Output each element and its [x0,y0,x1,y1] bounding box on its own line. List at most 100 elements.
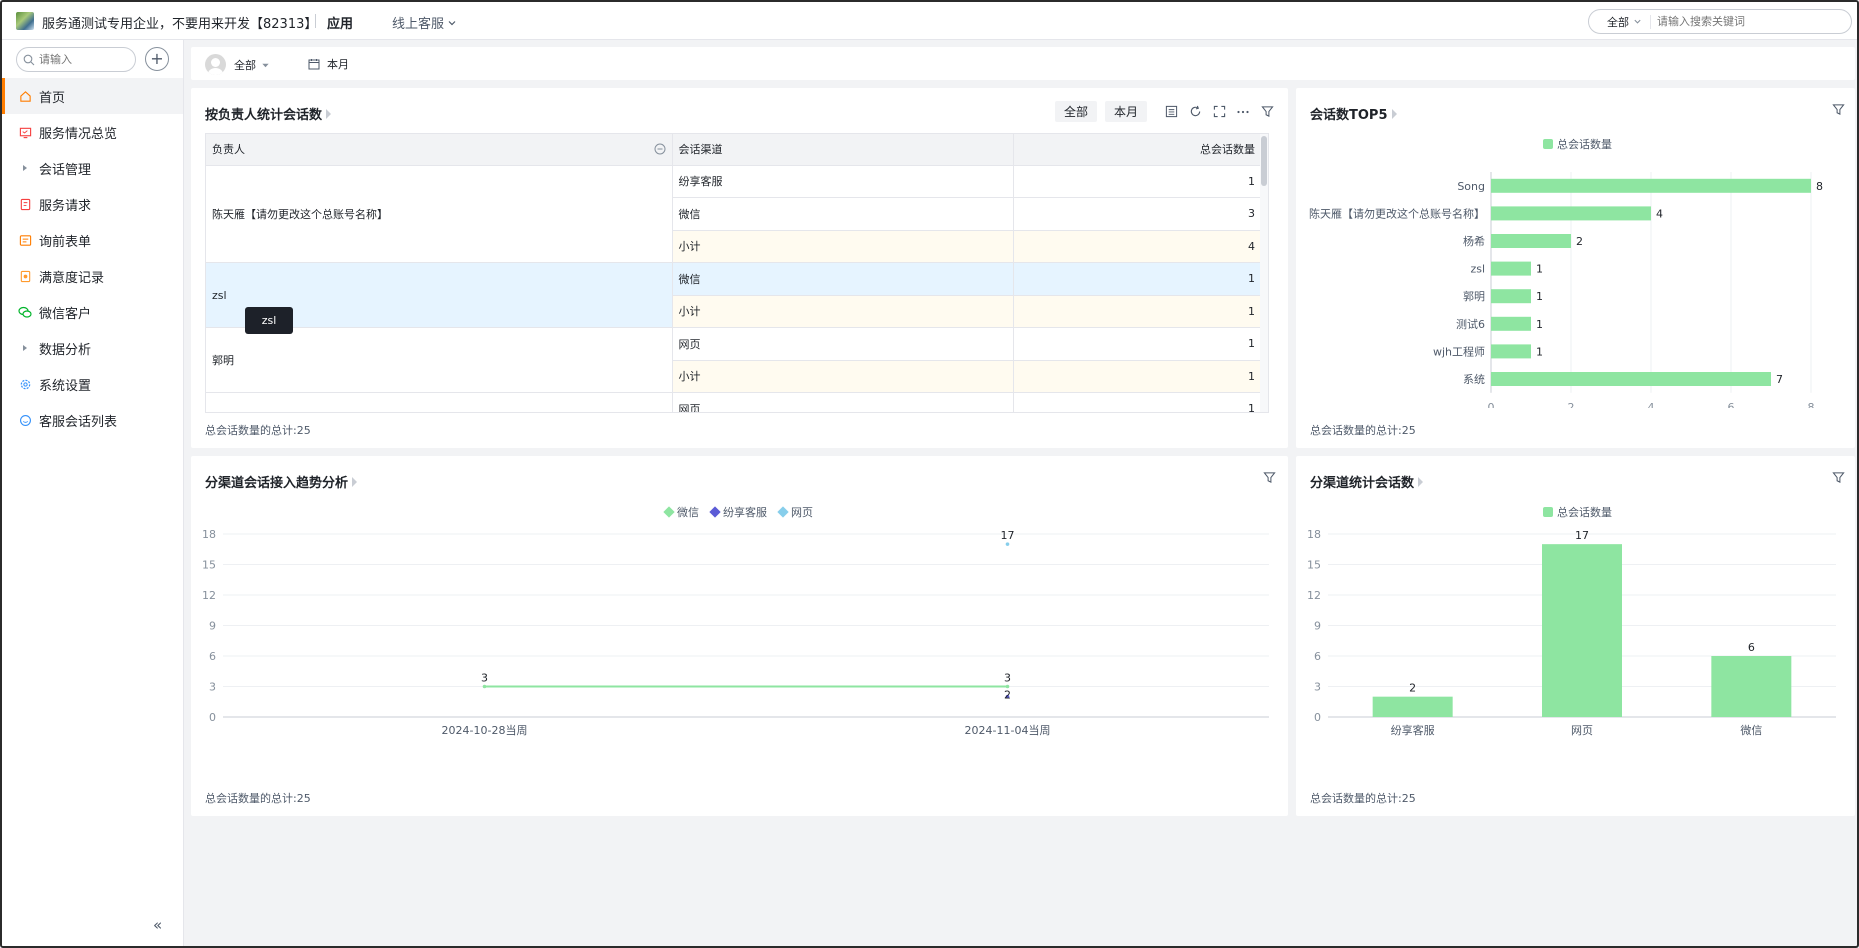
app-menu[interactable]: 应用 [327,13,353,32]
owner-cell[interactable]: 陈天雁【请勿更改这个总账号名称】 [206,165,673,263]
sidebar-menu: 首页 服务情况总览 会话管理 服务请求 询前表单 满意度记录 微信客户 数据分析… [2,78,183,438]
calendar-icon [308,59,320,70]
card-footer-total: 总会话数量的总计:25 [1310,792,1416,805]
card-title[interactable]: 分渠道统计会话数 [1310,472,1424,491]
card-title[interactable]: 会话数TOP5 [1310,104,1397,123]
filter-icon[interactable] [1830,469,1846,485]
chart-legend: 总会话数量 [1543,504,1612,520]
card-footer-total: 总会话数量的总计:25 [1310,424,1416,437]
sidebar-item-label: 客服会话列表 [39,414,118,430]
fullscreen-icon[interactable] [1211,104,1227,120]
channel-cell[interactable]: 纷享客服 [672,165,1014,198]
channel-cell[interactable]: 网页 [672,392,1014,412]
column-header-owner[interactable]: 负责人 [206,134,673,166]
scrollbar-thumb[interactable] [1261,136,1267,186]
card-title[interactable]: 按负责人统计会话数 [205,104,332,123]
bar [1491,344,1531,359]
search-scope-select[interactable]: 全部 [1589,14,1651,29]
table-header-row: 负责人 会话渠道 总会话数量 [206,134,1262,166]
add-button[interactable]: + [145,47,169,71]
channel-cell[interactable]: 微信 [672,197,1014,231]
legend-item-wechat[interactable]: 微信 [663,504,699,520]
sidebar-item-home[interactable]: 首页 [2,78,183,114]
channel-cell[interactable]: 小计 [672,295,1014,328]
owner-stats-card: 按负责人统计会话数 全部 本月 负责人 会话渠道 总会话数量 陈天雁【请勿更改这… [191,88,1288,448]
all-button[interactable]: 全部 [1055,101,1098,122]
list-view-icon[interactable] [1163,104,1179,120]
legend-item[interactable]: 总会话数量 [1543,504,1612,520]
period-filter[interactable]: 本月 [308,56,349,72]
legend-swatch [1543,507,1553,517]
count-cell[interactable]: 4 [1013,230,1262,263]
x-tick-label: 2 [1568,401,1575,408]
count-cell[interactable]: 1 [1013,327,1262,361]
card-title[interactable]: 分渠道会话接入趋势分析 [205,472,358,491]
global-search-input[interactable] [1651,15,1831,28]
channel-cell[interactable]: 微信 [672,262,1014,296]
sidebar-item-wechat-customer[interactable]: 微信客户 [2,294,183,330]
chart-legend: 总会话数量 [1543,136,1612,152]
sidebar-item-satisfaction[interactable]: 满意度记录 [2,258,183,294]
channel-cell[interactable]: 小计 [672,360,1014,393]
sidebar-search-input[interactable] [39,53,119,66]
y-tick-label: 0 [209,711,216,724]
legend-item-web[interactable]: 网页 [777,504,813,520]
column-header-count[interactable]: 总会话数量 [1013,134,1262,166]
count-cell[interactable]: 1 [1013,262,1262,296]
y-tick-label: 杨希 [1463,234,1485,248]
sidebar-item-pre-chat-form[interactable]: 询前表单 [2,222,183,258]
owner-filter[interactable]: 全部 [234,57,270,73]
sidebar-item-system-settings[interactable]: 系统设置 [2,366,183,402]
table-row: 网页 1 [206,392,1262,412]
sidebar-item-service-overview[interactable]: 服务情况总览 [2,114,183,150]
count-cell[interactable]: 1 [1013,392,1262,412]
data-label: 6 [1748,641,1755,654]
filter-icon[interactable] [1259,104,1275,120]
count-cell[interactable]: 3 [1013,197,1262,231]
bar [1491,178,1811,193]
owner-cell[interactable] [206,392,673,412]
data-label: 1 [1536,263,1543,276]
bar [1491,206,1651,221]
x-tick-label: 0 [1488,401,1495,408]
count-cell[interactable]: 1 [1013,165,1262,198]
more-icon[interactable] [1235,104,1251,120]
legend-item[interactable]: 总会话数量 [1543,136,1612,152]
data-label: 17 [1001,529,1015,542]
channel-cell[interactable]: 小计 [672,230,1014,263]
channel-cell[interactable]: 网页 [672,327,1014,361]
global-search: 全部 [1588,9,1852,34]
sidebar-item-chat-list[interactable]: 客服会话列表 [2,402,183,438]
org-name[interactable]: 服务通测试专用企业，不要用来开发【82313】 [42,13,317,32]
sidebar-item-service-request[interactable]: 服务请求 [2,186,183,222]
column-header-label: 负责人 [212,143,245,157]
wechat-icon [18,305,32,319]
column-header-channel[interactable]: 会话渠道 [672,134,1014,166]
y-tick-label: Song [1457,180,1485,193]
legend-label: 总会话数量 [1557,138,1612,151]
column-header-label: 会话渠道 [678,143,723,157]
refresh-icon[interactable] [1187,104,1203,120]
sidebar-item-session-management[interactable]: 会话管理 [2,150,183,186]
monitor-icon [18,125,32,139]
data-label: 17 [1575,529,1589,542]
caret-right-icon [18,161,32,175]
org-logo[interactable] [16,12,34,30]
collapse-column-icon[interactable] [654,143,666,155]
filter-icon[interactable] [1261,469,1277,485]
legend-item-fxiaoke[interactable]: 纷享客服 [709,504,767,520]
table-row: 郭明 网页 1 [206,327,1262,393]
collapse-sidebar-icon[interactable]: « [153,916,162,934]
y-tick-label: 郭明 [1463,290,1485,303]
table-scrollbar[interactable] [1260,134,1268,412]
online-service-menu[interactable]: 线上客服 [392,13,457,32]
channel-bar-chart: 0 3 6 9 12 15 18 2 纷享客服 17 网页 6 微信 [1307,528,1836,737]
home-icon [18,89,32,103]
count-cell[interactable]: 1 [1013,360,1262,393]
owner-cell[interactable]: 郭明 [206,327,673,393]
this-month-button[interactable]: 本月 [1105,101,1148,122]
y-tick-label: 3 [1314,681,1321,694]
count-cell[interactable]: 1 [1013,295,1262,328]
sidebar-item-data-analysis[interactable]: 数据分析 [2,330,183,366]
filter-icon[interactable] [1830,101,1846,117]
